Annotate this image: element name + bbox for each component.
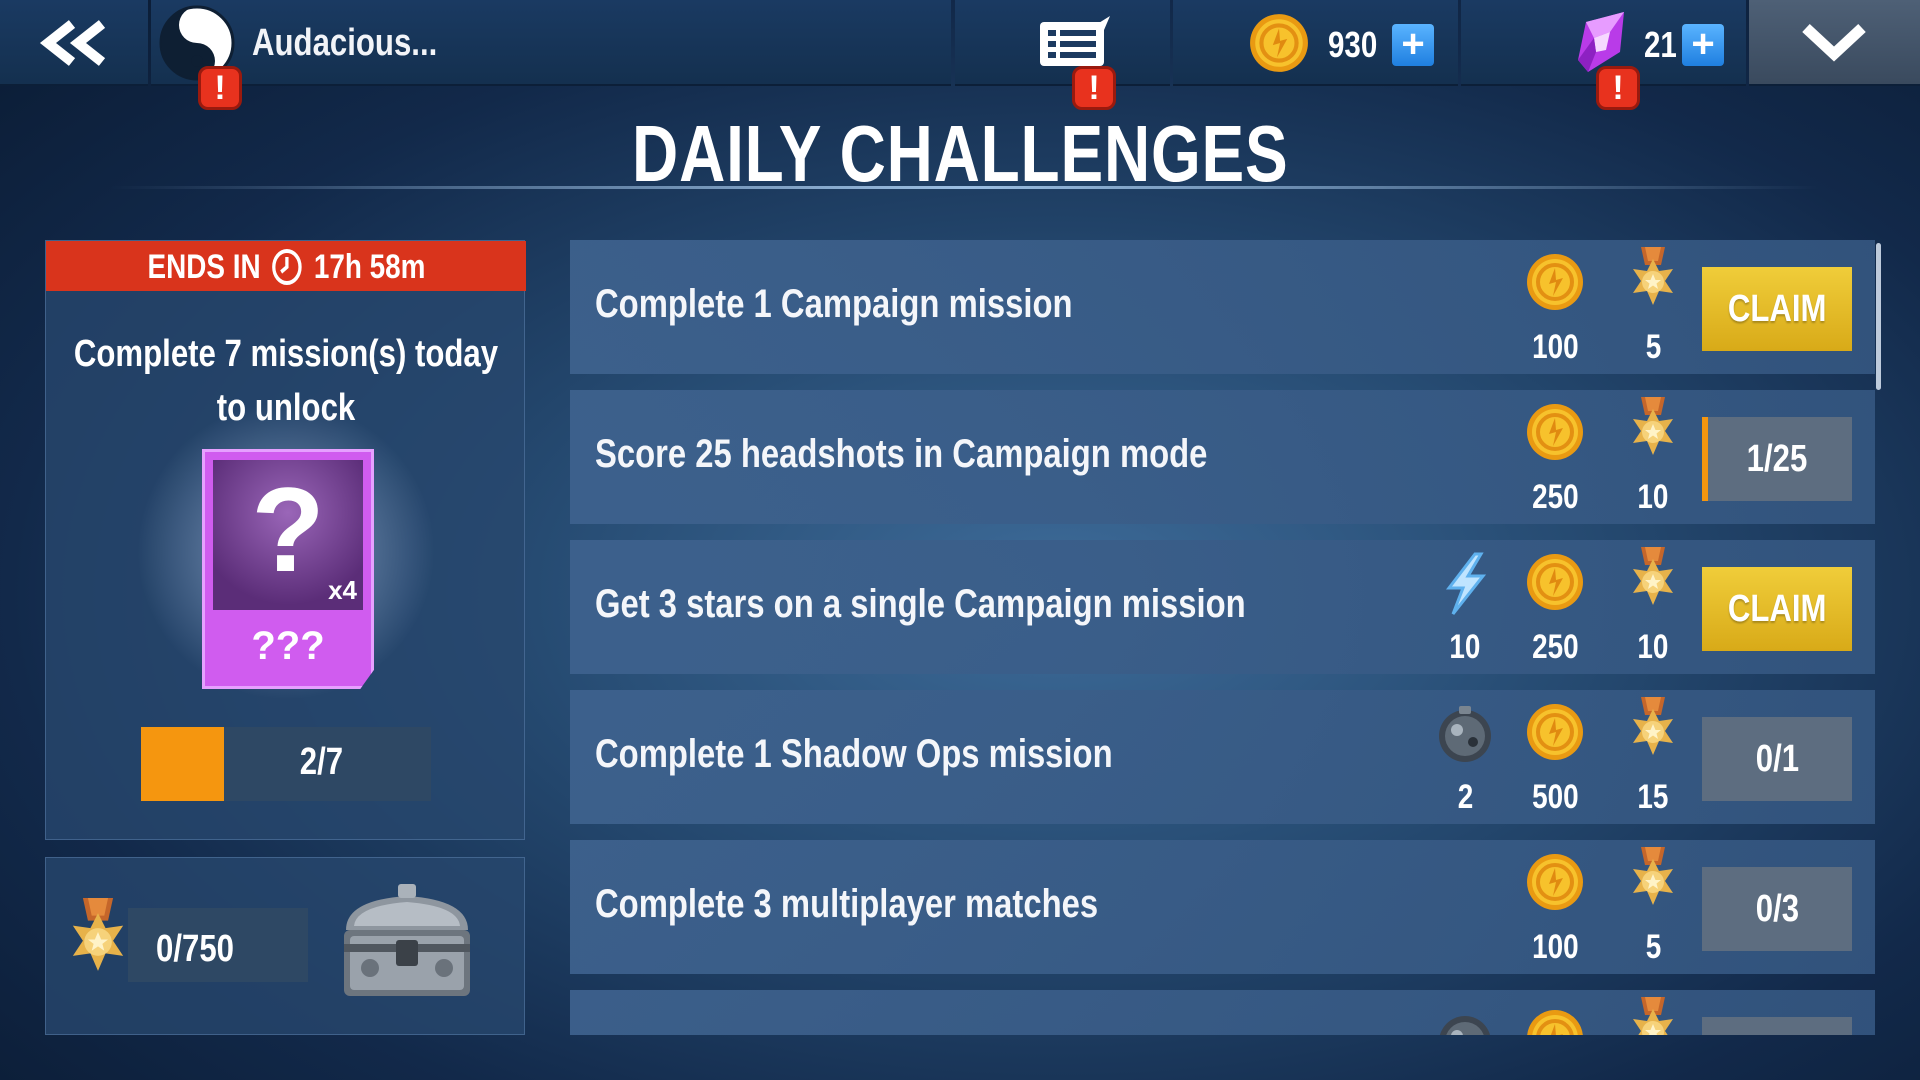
back-button[interactable]	[0, 0, 148, 86]
medal-star-icon	[72, 898, 124, 971]
medal-star-icon	[1633, 547, 1673, 605]
chevron-down-icon	[1802, 23, 1866, 62]
challenge-row: Complete 3 multiplayer matches 100 5 0/3	[570, 840, 1875, 974]
medal-reward-value: 15	[1637, 778, 1669, 816]
double-chevron-left-icon	[39, 20, 106, 66]
missions-progress-text: 2/7	[299, 741, 343, 783]
gold-coin-icon	[1525, 252, 1585, 312]
challenge-list[interactable]: Complete 1 Campaign mission 100 5 CLAIM …	[570, 240, 1875, 1035]
daily-reward-panel: ENDS IN 17h 58m Complete 7 mission(s) to…	[45, 240, 526, 840]
coin-reward-value: 100	[1531, 928, 1579, 966]
gold-coin-icon	[1525, 702, 1585, 762]
top-bar: ! Audacious... ! 930 + 21 + !	[0, 0, 1920, 110]
coin-reward: 100	[1510, 852, 1600, 972]
challenge-progress: 0/3	[1702, 867, 1852, 951]
energy-reward-value: 10	[1449, 628, 1481, 666]
challenge-row: Score 25 headshots in Campaign mode 250 …	[570, 390, 1875, 524]
challenge-row: Complete 1 Shadow Ops mission 2 500 15 0…	[570, 690, 1875, 824]
challenge-progress: 0/1	[1702, 717, 1852, 801]
ends-in-banner: ENDS IN 17h 58m	[46, 241, 526, 291]
coin-reward-value: 100	[1531, 328, 1579, 366]
gold-coin-icon	[1525, 852, 1585, 912]
medal-star-icon	[1633, 847, 1673, 905]
add-gems-button[interactable]: +	[1682, 24, 1724, 66]
coin-reward-value: 250	[1531, 628, 1579, 666]
coin-reward-value: 500	[1531, 778, 1579, 816]
coin-reward: 100	[1510, 252, 1600, 372]
medal-star-icon	[1633, 697, 1673, 755]
title-divider	[110, 186, 1820, 189]
challenge-text: Complete 1 Campaign mission	[595, 282, 1073, 326]
challenge-row	[570, 990, 1875, 1035]
energy-reward: 10	[1420, 552, 1510, 672]
medal-reward-value: 5	[1645, 928, 1661, 966]
add-coins-button[interactable]: +	[1392, 24, 1434, 66]
menu-dropdown-button[interactable]	[1749, 0, 1920, 86]
medal-progress-text: 0/750	[156, 928, 234, 970]
player-name: Audacious...	[252, 22, 438, 64]
ends-in-time: 17h 58m	[313, 248, 425, 286]
news-list-icon[interactable]	[1038, 16, 1112, 70]
challenge-row: Complete 1 Campaign mission 100 5 CLAIM	[570, 240, 1875, 374]
challenge-progress	[1702, 1017, 1852, 1035]
challenge-row: Get 3 stars on a single Campaign mission…	[570, 540, 1875, 674]
profile-alert-badge: !	[198, 66, 242, 110]
grenade-orb-icon	[1439, 706, 1491, 762]
scrollbar[interactable]	[1876, 243, 1881, 390]
coin-balance: 930	[1328, 24, 1378, 65]
ends-in-label: ENDS IN	[147, 248, 261, 286]
medal-reward: 5	[1608, 246, 1698, 366]
coin-reward: 250	[1510, 552, 1600, 672]
gem-balance: 21	[1644, 24, 1677, 65]
medal-reward: 10	[1608, 396, 1698, 516]
item-reward-value: 2	[1457, 778, 1473, 816]
medal-reward-value: 10	[1637, 628, 1669, 666]
medal-star-icon	[1633, 247, 1673, 305]
coin-reward-value: 250	[1531, 478, 1579, 516]
progress-edge	[1702, 417, 1708, 501]
reward-name: ???	[251, 624, 325, 668]
challenge-text: Complete 1 Shadow Ops mission	[595, 732, 1113, 776]
missions-progress-bar: 2/7	[141, 727, 431, 801]
coin-reward: 250	[1510, 402, 1600, 522]
gold-coin-icon	[1248, 12, 1310, 74]
medal-reward-value: 10	[1637, 478, 1669, 516]
medal-star-icon	[1633, 397, 1673, 455]
gems-alert-badge: !	[1596, 66, 1640, 110]
gold-coin-icon	[1525, 552, 1585, 612]
medal-star-icon	[1633, 997, 1673, 1035]
clock-icon	[271, 249, 302, 285]
challenge-text: Complete 3 multiplayer matches	[595, 882, 1099, 926]
challenge-text: Score 25 headshots in Campaign mode	[595, 432, 1208, 476]
claim-button[interactable]: CLAIM	[1702, 267, 1852, 351]
medal-reward: 15	[1608, 696, 1698, 816]
medal-reward: 10	[1608, 546, 1698, 666]
gold-coin-icon	[1525, 1008, 1585, 1035]
question-mark-icon: ?	[251, 463, 325, 597]
lightning-icon	[1445, 552, 1487, 615]
mystery-reward-image: ? x4	[213, 460, 363, 610]
medal-reward: 5	[1608, 846, 1698, 966]
medal-chest-panel: 0/750	[45, 857, 525, 1035]
mystery-reward-card[interactable]: ? x4 ???	[202, 449, 374, 689]
claim-button[interactable]: CLAIM	[1702, 567, 1852, 651]
metal-chest-icon[interactable]	[332, 880, 482, 1010]
reward-count: x4	[328, 575, 357, 605]
medal-reward-value: 5	[1645, 328, 1661, 366]
gold-coin-icon	[1525, 402, 1585, 462]
challenge-progress: 1/25	[1702, 417, 1852, 501]
news-alert-badge: !	[1072, 66, 1116, 110]
challenge-text: Get 3 stars on a single Campaign mission	[595, 582, 1246, 626]
coin-reward: 500	[1510, 702, 1600, 822]
item-reward: 2	[1420, 702, 1510, 822]
grenade-orb-icon	[1439, 1016, 1491, 1035]
